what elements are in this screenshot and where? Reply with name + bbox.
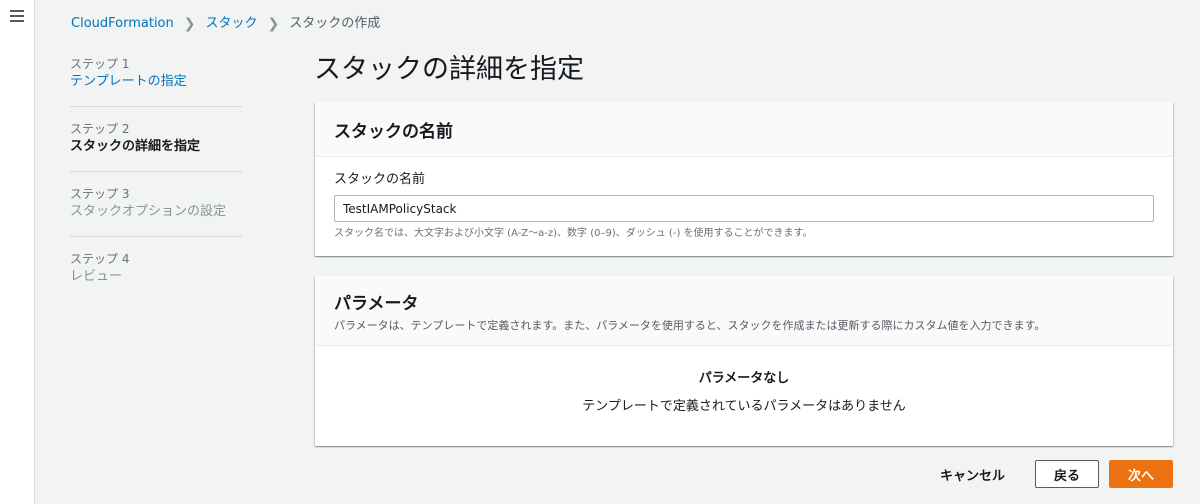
empty-state-description: テンプレートで定義されているパラメータはありません [582, 399, 906, 414]
wizard-step-3: ステップ 3 スタックオプションの設定 [70, 186, 242, 237]
stack-name-hint: スタック名では、大文字および小文字 (A-Z〜a-z)、数字 (0–9)、ダッシ… [334, 228, 813, 239]
cancel-button[interactable]: キャンセル [934, 464, 1011, 485]
chevron-right-icon: ❯ [267, 16, 280, 32]
step-number: ステップ 2 [70, 122, 130, 136]
panel-header: スタックの名前 [315, 102, 1173, 157]
panel-header: パラメータ パラメータは、テンプレートで定義されます。また、パラメータを使用する… [315, 276, 1173, 346]
breadcrumb: CloudFormation ❯ スタック ❯ スタックの作成 [71, 14, 380, 34]
page-title: スタックの詳細を指定 [314, 54, 584, 85]
hamburger-menu-icon[interactable] [10, 10, 24, 22]
breadcrumb-current: スタックの作成 [289, 16, 381, 31]
step-label-stack-details: スタックの詳細を指定 [70, 139, 201, 154]
back-button[interactable]: 戻る [1035, 460, 1099, 488]
wizard-steps: ステップ 1 テンプレートの指定 ステップ 2 スタックの詳細を指定 ステップ … [70, 56, 242, 315]
stack-name-panel: スタックの名前 スタックの名前 スタック名では、大文字および小文字 (A-Z〜a… [315, 102, 1173, 256]
wizard-step-2: ステップ 2 スタックの詳細を指定 [70, 121, 242, 172]
chevron-right-icon: ❯ [183, 16, 196, 32]
panel-description: パラメータは、テンプレートで定義されます。また、パラメータを使用すると、スタック… [334, 319, 1046, 332]
wizard-actions: キャンセル 戻る 次へ [934, 460, 1173, 488]
step-link-specify-template[interactable]: テンプレートの指定 [70, 72, 242, 92]
step-label-stack-options: スタックオプションの設定 [70, 204, 227, 219]
panel-body: パラメータなし テンプレートで定義されているパラメータはありません [315, 346, 1173, 416]
step-label-review: レビュー [70, 269, 123, 284]
breadcrumb-stacks[interactable]: スタック [205, 14, 257, 34]
step-number: ステップ 3 [70, 187, 130, 201]
step-number: ステップ 1 [70, 57, 130, 71]
breadcrumb-cloudformation[interactable]: CloudFormation [71, 14, 174, 34]
parameters-panel: パラメータ パラメータは、テンプレートで定義されます。また、パラメータを使用する… [315, 276, 1173, 446]
wizard-step-1: ステップ 1 テンプレートの指定 [70, 56, 242, 107]
panel-body: スタックの名前 スタック名では、大文字および小文字 (A-Z〜a-z)、数字 (… [315, 157, 1173, 241]
stack-name-input[interactable] [334, 195, 1154, 222]
next-button[interactable]: 次へ [1109, 460, 1173, 488]
wizard-step-4: ステップ 4 レビュー [70, 251, 242, 301]
step-number: ステップ 4 [70, 252, 130, 266]
panel-title: スタックの名前 [334, 121, 453, 142]
panel-title: パラメータ [334, 294, 419, 314]
stack-name-label: スタックの名前 [334, 172, 426, 187]
side-navigation-rail [0, 0, 35, 504]
empty-state-title: パラメータなし [698, 371, 790, 386]
